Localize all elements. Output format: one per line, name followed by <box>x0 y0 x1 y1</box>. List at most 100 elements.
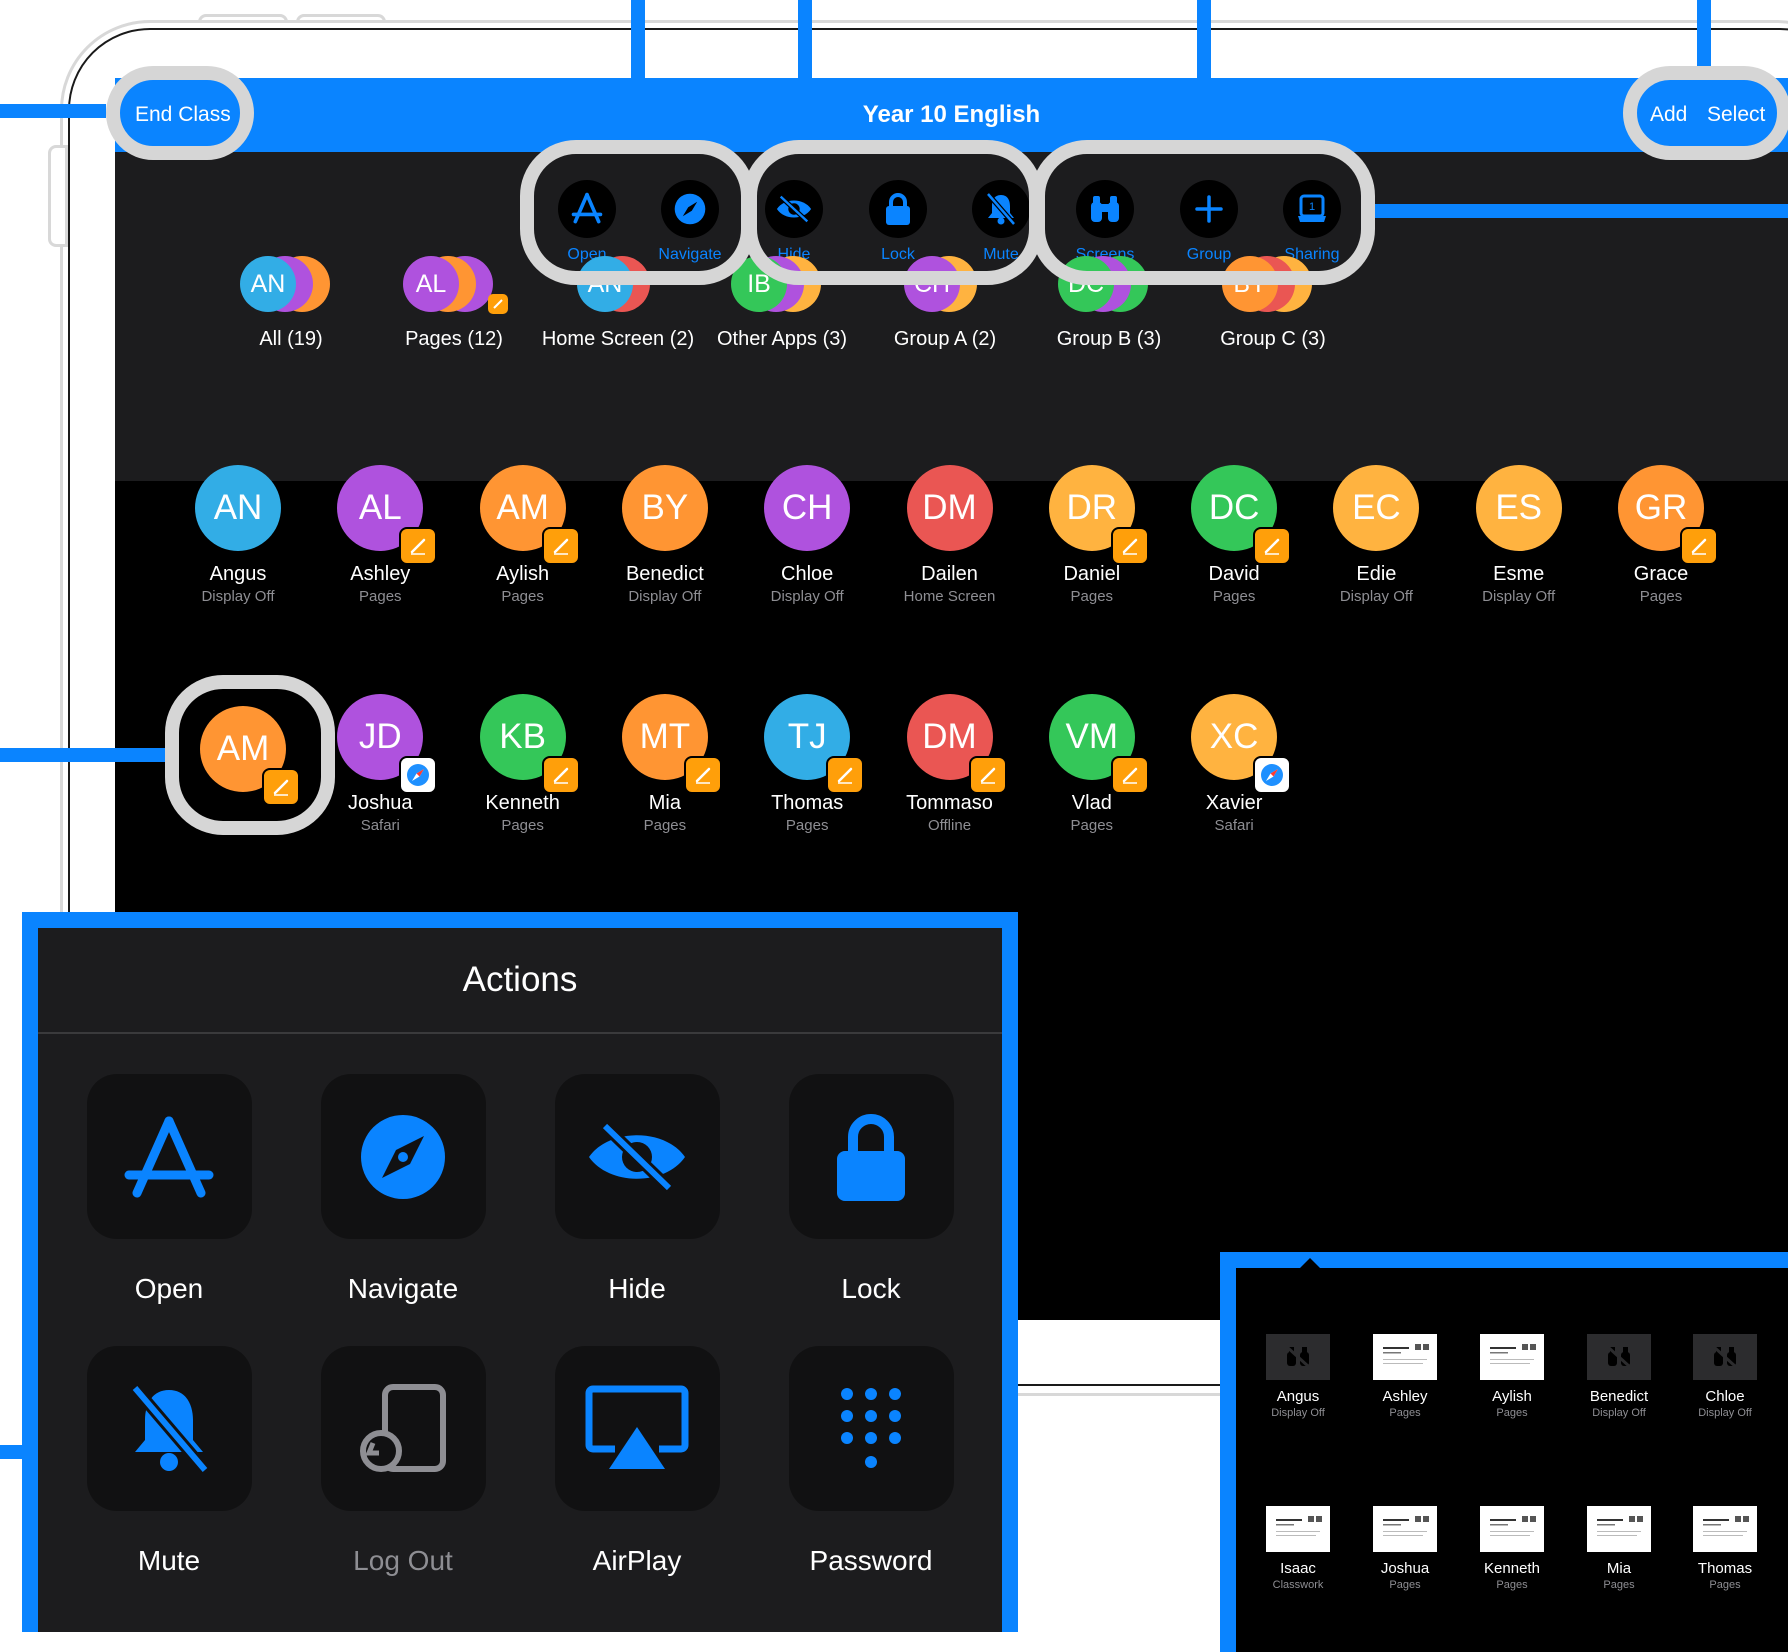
action-label: Navigate <box>347 1273 459 1304</box>
avatar: DM <box>906 694 1007 794</box>
action-mute[interactable]: Mute <box>69 1346 269 1577</box>
student-status: Safari <box>1214 817 1254 834</box>
selected-student-highlight <box>165 675 335 835</box>
student-name: Chloe <box>781 563 834 585</box>
add-select-highlight <box>1623 66 1788 160</box>
student-tile[interactable]: DR Daniel Pages <box>1021 465 1163 605</box>
screen-thumbnail[interactable]: Joshua Pages <box>1352 1506 1458 1591</box>
group-filter-label: Home Screen (2) <box>541 328 695 350</box>
navigate-group-highlight <box>520 140 755 285</box>
student-name: Thomas <box>1697 1560 1753 1577</box>
student-tile[interactable]: ES Esme Display Off <box>1448 465 1590 605</box>
pages-icon <box>541 756 580 794</box>
action-navigate[interactable]: Navigate <box>303 1074 503 1305</box>
screen-thumbnail[interactable]: Isaac Classwork <box>1245 1506 1351 1591</box>
compass-icon <box>320 1074 486 1239</box>
avatar: CH <box>764 465 851 551</box>
action-hide[interactable]: Hide <box>537 1074 737 1305</box>
student-tile[interactable]: MT Mia Pages <box>594 694 736 834</box>
avatar: DR <box>1048 465 1149 565</box>
group-filter[interactable]: MLAN All (19) <box>211 256 371 351</box>
action-lock[interactable]: Lock <box>771 1074 971 1305</box>
avatar: VM <box>1048 694 1149 794</box>
student-tile[interactable]: AL Ashley Pages <box>309 465 451 605</box>
student-name: Angus <box>1276 1388 1320 1405</box>
logout-icon <box>320 1346 486 1511</box>
student-tile[interactable]: BY Benedict Display Off <box>594 465 736 605</box>
student-status: Display Off <box>1592 1407 1646 1419</box>
avatar: KB <box>479 694 580 794</box>
student-name: Angus <box>209 563 267 585</box>
student-status: Safari <box>360 817 400 834</box>
actions-panel: Actions Open Navigate Hide Lock Mute Log Out A… <box>22 912 1018 1632</box>
student-name: Ashley <box>1382 1388 1428 1405</box>
screen-thumbnail[interactable]: Angus Display Off <box>1245 1334 1351 1419</box>
student-name: Benedict <box>625 563 704 585</box>
actions-title: Actions <box>38 928 1002 1034</box>
student-tile[interactable]: XC Xavier Safari <box>1163 694 1305 834</box>
display-off-icon <box>1587 1334 1651 1380</box>
student-tile[interactable]: TJ Thomas Pages <box>736 694 878 834</box>
action-password[interactable]: Password <box>771 1346 971 1577</box>
group-avatar-stack: HMAL <box>394 256 514 316</box>
student-status: Display Off <box>1698 1407 1752 1419</box>
avatar: AN <box>195 465 281 551</box>
action-log-out[interactable]: Log Out <box>303 1346 503 1577</box>
student-tile[interactable]: AM Aylish Pages <box>452 465 594 605</box>
screen-thumbnail[interactable]: Ashley Pages <box>1352 1334 1458 1419</box>
avatar: AM <box>479 465 580 565</box>
screen-thumbnail[interactable]: Thomas Pages <box>1672 1506 1778 1591</box>
student-status: Display Off <box>201 588 275 605</box>
avatar: DM <box>906 465 993 551</box>
app-store-icon <box>86 1074 252 1239</box>
student-name: Tommaso <box>906 792 993 814</box>
student-status: Pages <box>1603 1579 1635 1591</box>
keypad-icon <box>788 1346 954 1511</box>
pages-icon <box>1110 756 1149 794</box>
bell-slash-icon <box>86 1346 252 1511</box>
student-name: Aylish <box>1492 1388 1532 1405</box>
pages-icon <box>541 527 580 565</box>
student-tile[interactable]: DM Dailen Home Screen <box>879 465 1021 605</box>
student-tile[interactable]: GR Grace Pages <box>1590 465 1732 605</box>
screen-thumbnail[interactable]: Chloe Display Off <box>1672 1334 1778 1419</box>
pages-icon <box>1253 527 1292 565</box>
student-status: Display Off <box>1482 588 1556 605</box>
student-tile[interactable]: EC Edie Display Off <box>1305 465 1447 605</box>
student-tile[interactable]: CH Chloe Display Off <box>736 465 878 605</box>
student-tile[interactable]: AN Angus Display Off <box>167 465 309 605</box>
action-open[interactable]: Open <box>69 1074 269 1305</box>
student-status: Pages <box>1709 1579 1741 1591</box>
avatar: AL <box>403 256 459 312</box>
student-tile[interactable]: DM Tommaso Offline <box>879 694 1021 834</box>
action-airplay[interactable]: AirPlay <box>537 1346 737 1577</box>
screen-thumbnail[interactable]: Aylish Pages <box>1459 1334 1565 1419</box>
student-status: Pages <box>1389 1579 1421 1591</box>
action-label: Password <box>809 1545 933 1576</box>
student-name: Edie <box>1356 563 1397 585</box>
student-name: Joshua <box>1380 1560 1430 1577</box>
student-status: Pages <box>643 817 687 834</box>
student-status: Display Off <box>628 588 702 605</box>
student-status: Pages <box>501 588 544 605</box>
callout-line <box>0 1445 22 1459</box>
screen-thumbnail[interactable]: Benedict Display Off <box>1566 1334 1672 1419</box>
pages-icon <box>399 527 438 565</box>
student-tile[interactable]: KB Kenneth Pages <box>452 694 594 834</box>
group-filter[interactable]: HMAL Pages (12) <box>374 256 534 351</box>
student-name: Dailen <box>921 563 978 585</box>
student-tile[interactable]: VM Vlad Pages <box>1021 694 1163 834</box>
screen-preview <box>1266 1506 1330 1552</box>
callout-line <box>798 0 812 140</box>
action-label: Lock <box>841 1273 901 1304</box>
lock-icon <box>788 1074 954 1239</box>
student-tile[interactable]: DC David Pages <box>1163 465 1305 605</box>
action-label: Log Out <box>353 1545 453 1576</box>
callout-line <box>0 104 106 118</box>
student-name: Chloe <box>1705 1388 1745 1405</box>
student-status: Pages <box>1639 588 1683 605</box>
screen-thumbnail[interactable]: Kenneth Pages <box>1459 1506 1565 1591</box>
callout-line <box>0 748 165 762</box>
screen-thumbnail[interactable]: Mia Pages <box>1566 1506 1672 1591</box>
student-name: Kenneth <box>485 792 560 814</box>
